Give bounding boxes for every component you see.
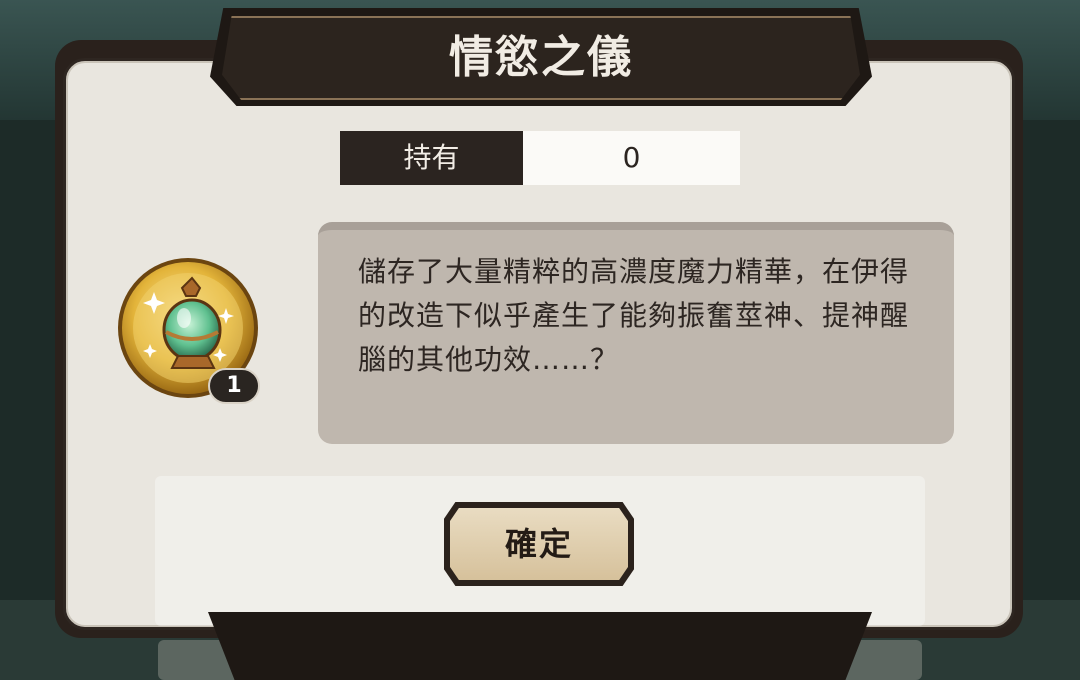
item-count-badge: 1 [208, 368, 260, 404]
bottom-decoration [208, 612, 872, 680]
owned-value: 0 [523, 131, 740, 185]
dialog-title: 情慾之儀 [449, 32, 633, 83]
owned-count-row: 持有 0 [340, 131, 740, 185]
owned-label: 持有 [340, 131, 523, 185]
confirm-button[interactable]: 確定 [450, 508, 628, 580]
item-description: 儲存了大量精粹的高濃度魔力精華，在伊得的改造下似乎產生了能夠振奮莖神、提神醒腦的… [358, 255, 910, 376]
